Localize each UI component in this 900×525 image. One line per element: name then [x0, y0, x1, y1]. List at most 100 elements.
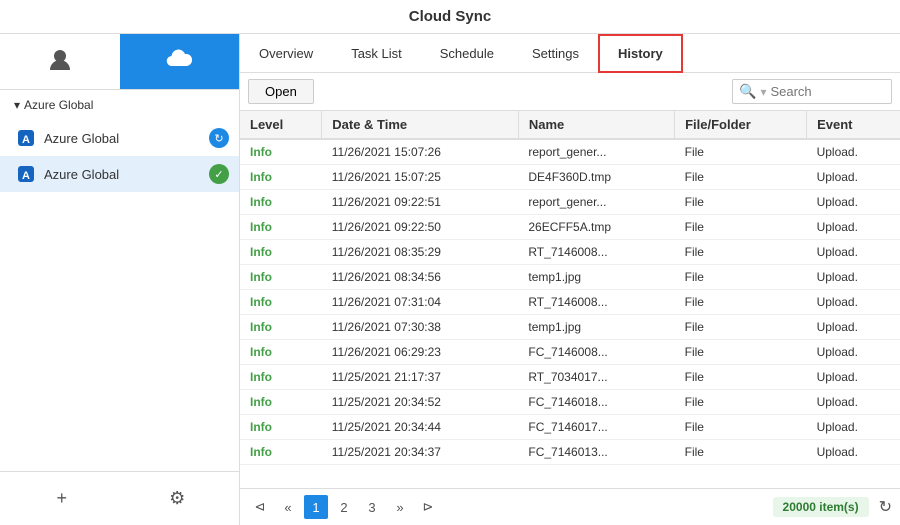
cell-datetime: 11/26/2021 08:35:29 [322, 240, 519, 265]
sidebar-item-azure-global-2[interactable]: A Azure Global ✓ [0, 156, 239, 192]
toolbar: Open 🔍 ▾ [240, 73, 900, 111]
cell-event: Upload. [807, 315, 900, 340]
cell-event: Upload. [807, 265, 900, 290]
cell-name: DE4F360D.tmp [518, 165, 674, 190]
col-level: Level [240, 111, 322, 139]
refresh-button[interactable]: ↻ [879, 497, 892, 517]
cell-filefolder: File [675, 265, 807, 290]
search-input[interactable] [770, 84, 885, 99]
table-row: Info 11/25/2021 20:34:52 FC_7146018... F… [240, 390, 900, 415]
tab-task-list[interactable]: Task List [332, 34, 421, 73]
cell-datetime: 11/26/2021 06:29:23 [322, 340, 519, 365]
cell-datetime: 11/25/2021 21:17:37 [322, 365, 519, 390]
cell-event: Upload. [807, 190, 900, 215]
cell-datetime: 11/25/2021 20:34:52 [322, 390, 519, 415]
cell-name: temp1.jpg [518, 315, 674, 340]
table-row: Info 11/26/2021 15:07:26 report_gener...… [240, 139, 900, 165]
sidebar-user-btn[interactable] [0, 34, 120, 89]
svg-text:A: A [22, 170, 30, 182]
cell-name: RT_7146008... [518, 240, 674, 265]
sidebar-item-label-1: Azure Global [44, 131, 209, 146]
cell-level: Info [240, 240, 322, 265]
cell-event: Upload. [807, 440, 900, 465]
cell-event: Upload. [807, 340, 900, 365]
cell-level: Info [240, 265, 322, 290]
page-3-button[interactable]: 3 [360, 495, 384, 519]
table-row: Info 11/25/2021 20:34:44 FC_7146017... F… [240, 415, 900, 440]
pagination: ⊲ « 1 2 3 » ⊳ 20000 item(s) ↻ [240, 488, 900, 525]
cell-level: Info [240, 215, 322, 240]
table-row: Info 11/25/2021 20:34:37 FC_7146013... F… [240, 440, 900, 465]
cell-filefolder: File [675, 415, 807, 440]
cell-name: FC_7146017... [518, 415, 674, 440]
search-icon: 🔍 [739, 83, 756, 100]
next-page-button[interactable]: » [388, 495, 412, 519]
col-filefolder: File/Folder [675, 111, 807, 139]
table-row: Info 11/25/2021 21:17:37 RT_7034017... F… [240, 365, 900, 390]
cell-event: Upload. [807, 139, 900, 165]
cell-filefolder: File [675, 190, 807, 215]
sidebar: ▾ Azure Global A Azure Global ↻ A Azur [0, 34, 240, 525]
sidebar-item-label-2: Azure Global [44, 167, 209, 182]
user-icon [46, 46, 74, 74]
cell-name: FC_7146013... [518, 440, 674, 465]
open-button[interactable]: Open [248, 79, 314, 104]
table-row: Info 11/26/2021 09:22:50 26ECFF5A.tmp Fi… [240, 215, 900, 240]
cell-level: Info [240, 190, 322, 215]
tab-schedule[interactable]: Schedule [421, 34, 513, 73]
tab-overview[interactable]: Overview [240, 34, 332, 73]
history-table: Level Date & Time Name File/Folder Event… [240, 111, 900, 465]
cell-event: Upload. [807, 415, 900, 440]
cell-filefolder: File [675, 139, 807, 165]
sidebar-footer: + ⚙ [0, 471, 239, 525]
add-button[interactable]: + [8, 480, 116, 517]
azure-icon-1: A [16, 128, 36, 148]
cell-filefolder: File [675, 315, 807, 340]
prev-page-button[interactable]: « [276, 495, 300, 519]
settings-button[interactable]: ⚙ [124, 480, 232, 517]
sidebar-top [0, 34, 239, 90]
page-1-button[interactable]: 1 [304, 495, 328, 519]
cell-event: Upload. [807, 390, 900, 415]
first-page-button[interactable]: ⊲ [248, 495, 272, 519]
cell-event: Upload. [807, 165, 900, 190]
cell-datetime: 11/25/2021 20:34:44 [322, 415, 519, 440]
table-body: Info 11/26/2021 15:07:26 report_gener...… [240, 139, 900, 465]
main-layout: ▾ Azure Global A Azure Global ↻ A Azur [0, 34, 900, 525]
table-row: Info 11/26/2021 15:07:25 DE4F360D.tmp Fi… [240, 165, 900, 190]
table-row: Info 11/26/2021 07:31:04 RT_7146008... F… [240, 290, 900, 315]
sidebar-section-header[interactable]: ▾ Azure Global [0, 90, 239, 120]
cell-event: Upload. [807, 215, 900, 240]
page-2-button[interactable]: 2 [332, 495, 356, 519]
cell-name: RT_7146008... [518, 290, 674, 315]
cell-event: Upload. [807, 240, 900, 265]
svg-text:A: A [22, 134, 30, 146]
cell-filefolder: File [675, 165, 807, 190]
tab-settings[interactable]: Settings [513, 34, 598, 73]
search-dropdown-arrow: ▾ [760, 85, 766, 99]
cell-event: Upload. [807, 290, 900, 315]
cell-datetime: 11/26/2021 07:31:04 [322, 290, 519, 315]
sidebar-item-azure-global-1[interactable]: A Azure Global ↻ [0, 120, 239, 156]
cell-name: report_gener... [518, 139, 674, 165]
sidebar-section-label: Azure Global [24, 98, 93, 112]
cell-level: Info [240, 165, 322, 190]
cell-filefolder: File [675, 365, 807, 390]
sidebar-cloud-btn[interactable] [120, 34, 240, 89]
cell-datetime: 11/26/2021 08:34:56 [322, 265, 519, 290]
cell-datetime: 11/26/2021 15:07:26 [322, 139, 519, 165]
table-header-row: Level Date & Time Name File/Folder Event [240, 111, 900, 139]
cell-name: FC_7146008... [518, 340, 674, 365]
cell-level: Info [240, 390, 322, 415]
cell-level: Info [240, 290, 322, 315]
tab-history[interactable]: History [598, 34, 683, 73]
search-box[interactable]: 🔍 ▾ [732, 79, 892, 104]
cell-level: Info [240, 365, 322, 390]
table-row: Info 11/26/2021 08:34:56 temp1.jpg File … [240, 265, 900, 290]
tabs: Overview Task List Schedule Settings His… [240, 34, 900, 73]
cell-datetime: 11/26/2021 09:22:50 [322, 215, 519, 240]
last-page-button[interactable]: ⊳ [416, 495, 440, 519]
content-panel: Overview Task List Schedule Settings His… [240, 34, 900, 525]
table-row: Info 11/26/2021 08:35:29 RT_7146008... F… [240, 240, 900, 265]
table-container: Level Date & Time Name File/Folder Event… [240, 111, 900, 488]
